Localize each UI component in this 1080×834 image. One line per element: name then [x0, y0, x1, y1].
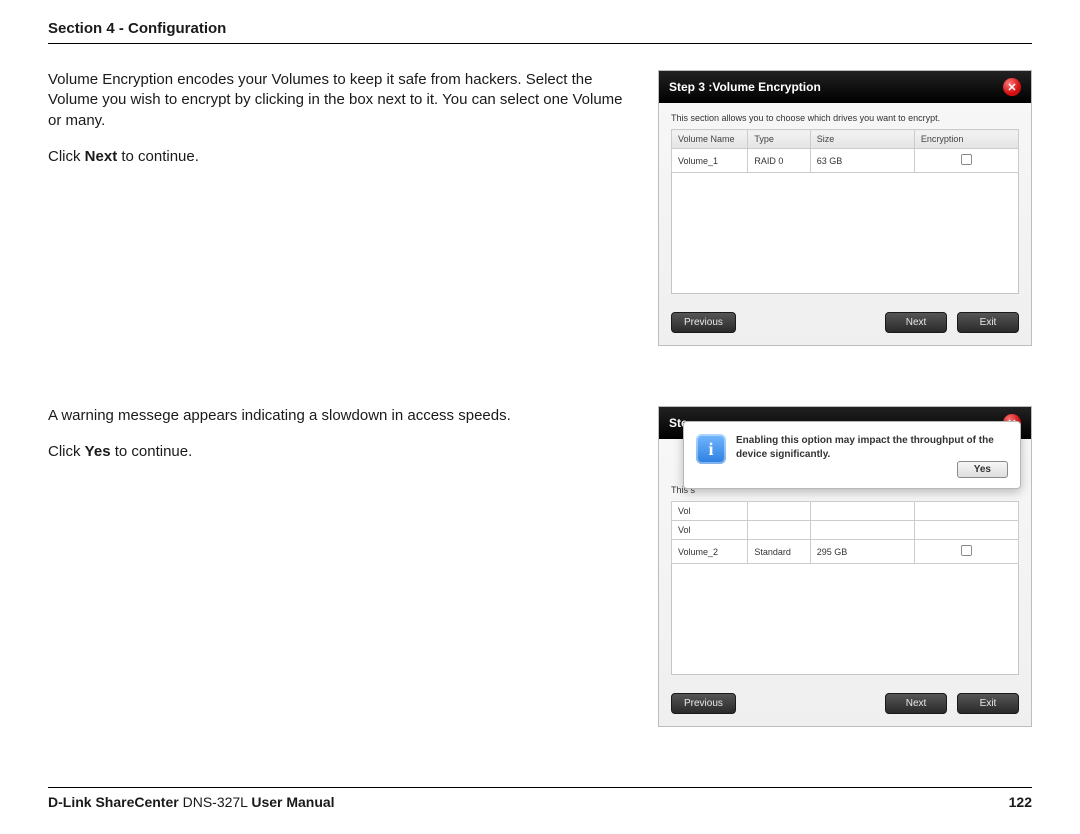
instruction-text-2: A warning messege appears indicating a s… [48, 406, 634, 479]
table-empty-area [671, 564, 1019, 675]
table-row: Volume_2 Standard 295 GB [672, 540, 1019, 564]
footer-left: D-Link ShareCenter DNS-327L User Manual [48, 794, 335, 810]
table-row: Volume_1 RAID 0 63 GB [672, 149, 1019, 173]
cell-encryption [914, 540, 1018, 564]
wizard-panel-1: Step 3 :Volume Encryption ✕ This section… [658, 70, 1032, 346]
previous-button[interactable]: Previous [671, 693, 736, 714]
instruction-para: Click Yes to continue. [48, 442, 634, 462]
col-type: Type [748, 130, 810, 149]
wizard-button-bar: Previous Next Exit [659, 683, 1031, 726]
warning-text: Enabling this option may impact the thro… [736, 434, 997, 461]
section-header: Section 4 - Configuration [48, 20, 1032, 44]
col-encryption: Encryption [914, 130, 1018, 149]
wizard-titlebar: Step 3 :Volume Encryption ✕ [659, 71, 1031, 103]
cell-partial: Vol [672, 521, 748, 540]
screenshot-2: Ste ✕ i Enabling this option may impact … [658, 406, 1032, 727]
wizard-panel-2: Ste ✕ i Enabling this option may impact … [658, 406, 1032, 727]
close-icon[interactable]: ✕ [1003, 78, 1021, 96]
instruction-para: Volume Encryption encodes your Volumes t… [48, 70, 634, 131]
table-row-obscured: Vol [672, 521, 1019, 540]
volume-table: Vol Vol Volume_2 Standard 295 GB [671, 501, 1019, 564]
page-footer: D-Link ShareCenter DNS-327L User Manual … [48, 787, 1032, 810]
instruction-para: Click Next to continue. [48, 147, 634, 167]
instruction-block-2: A warning messege appears indicating a s… [48, 406, 1032, 727]
previous-button[interactable]: Previous [671, 312, 736, 333]
next-button[interactable]: Next [885, 693, 947, 714]
cell-volume-name: Volume_1 [672, 149, 748, 173]
volume-table: Volume Name Type Size Encryption Volume_… [671, 129, 1019, 173]
yes-button[interactable]: Yes [957, 461, 1008, 478]
cell-size: 295 GB [810, 540, 914, 564]
cell-type: RAID 0 [748, 149, 810, 173]
exit-button[interactable]: Exit [957, 312, 1019, 333]
info-icon: i [696, 434, 726, 464]
warning-modal: i Enabling this option may impact the th… [683, 421, 1021, 489]
wizard-body: This section allows you to choose which … [659, 103, 1031, 302]
instruction-block-1: Volume Encryption encodes your Volumes t… [48, 70, 1032, 346]
cell-type: Standard [748, 540, 810, 564]
wizard-button-bar: Previous Next Exit [659, 302, 1031, 345]
cell-encryption [914, 149, 1018, 173]
cell-partial: Vol [672, 502, 748, 521]
wizard-description: This section allows you to choose which … [671, 113, 1019, 123]
table-row-obscured: Vol [672, 502, 1019, 521]
instruction-para: A warning messege appears indicating a s… [48, 406, 634, 426]
col-size: Size [810, 130, 914, 149]
encryption-checkbox[interactable] [961, 154, 972, 165]
exit-button[interactable]: Exit [957, 693, 1019, 714]
table-header-row: Volume Name Type Size Encryption [672, 130, 1019, 149]
wizard-body: i Enabling this option may impact the th… [659, 439, 1031, 683]
instruction-text-1: Volume Encryption encodes your Volumes t… [48, 70, 634, 183]
col-volume-name: Volume Name [672, 130, 748, 149]
cell-size: 63 GB [810, 149, 914, 173]
page-number: 122 [1009, 794, 1032, 810]
cell-volume-name: Volume_2 [672, 540, 748, 564]
table-empty-area [671, 173, 1019, 294]
encryption-checkbox[interactable] [961, 545, 972, 556]
screenshot-1: Step 3 :Volume Encryption ✕ This section… [658, 70, 1032, 346]
next-button[interactable]: Next [885, 312, 947, 333]
wizard-title: Step 3 :Volume Encryption [669, 80, 821, 94]
